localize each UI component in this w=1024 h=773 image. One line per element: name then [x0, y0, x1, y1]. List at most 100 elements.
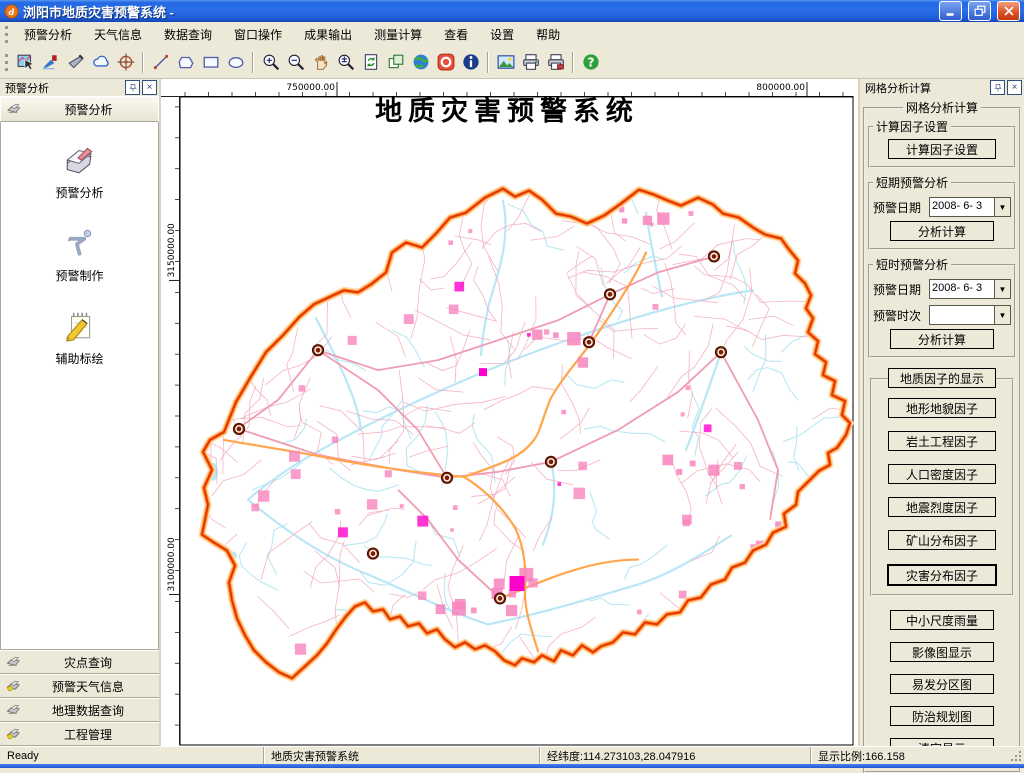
chevron-down-icon[interactable]: ▼: [994, 306, 1010, 324]
map-canvas[interactable]: 750000.00800000.003150000.003100000.00地质…: [161, 79, 858, 746]
status-ready: Ready: [0, 747, 263, 764]
nav-bar-label: 灾点查询: [22, 654, 154, 671]
short-time-analyze-button[interactable]: 分析计算: [890, 329, 994, 349]
tool-item-3[interactable]: 辅助标绘: [55, 308, 103, 367]
forecast-time-combobox[interactable]: ▼: [929, 305, 1011, 325]
nav-bar-1[interactable]: 灾点查询: [0, 650, 159, 674]
menu-item-8[interactable]: 设置: [479, 22, 525, 47]
status-coordinates: 经纬度:114.273103,28.047916: [539, 747, 810, 764]
select-map-icon[interactable]: [14, 51, 37, 74]
factor-display-button[interactable]: 地质因子的显示: [888, 368, 996, 388]
warning-analysis-book-icon: [61, 142, 97, 179]
globe-icon[interactable]: [409, 51, 432, 74]
calc-factor-settings-button[interactable]: 计算因子设置: [888, 139, 996, 159]
zoom-extent-icon[interactable]: [334, 51, 357, 74]
nav-bar-4[interactable]: 工程管理: [0, 722, 159, 746]
image-view-icon[interactable]: [494, 51, 517, 74]
rectangle-tool-icon[interactable]: [199, 51, 222, 74]
imagery-display-button[interactable]: 影像图显示: [890, 642, 994, 662]
tool-item-1[interactable]: 预警分析: [55, 142, 103, 201]
close-icon[interactable]: ×: [142, 80, 157, 95]
menu-item-3[interactable]: 数据查询: [153, 22, 223, 47]
menu-item-9[interactable]: 帮助: [525, 22, 571, 47]
factor-button-terrain[interactable]: 地形地貌因子: [888, 398, 996, 418]
menu-item-6[interactable]: 测量计算: [363, 22, 433, 47]
brush-icon[interactable]: [39, 51, 62, 74]
left-panel: 预警分析 × 预警分析 预警分析预警制作辅助标绘 灾点查询预警天气信息地理数据查…: [0, 79, 161, 746]
town-marker[interactable]: [494, 593, 505, 604]
forecast-date-label: 预警日期: [873, 199, 925, 216]
short-term-analyze-button[interactable]: 分析计算: [890, 221, 994, 241]
cloud-icon[interactable]: [89, 51, 112, 74]
factor-button-geotech[interactable]: 岩土工程因子: [888, 431, 996, 451]
menu-item-4[interactable]: 窗口操作: [223, 22, 293, 47]
town-marker[interactable]: [715, 347, 726, 358]
minimize-button[interactable]: [939, 1, 962, 21]
svg-text:3100000.00: 3100000.00: [167, 537, 177, 591]
short-time-groupbox: 短时预警分析 预警日期 2008- 6- 3 ▼ 预警时次: [868, 256, 1016, 358]
copy-layer-icon[interactable]: [384, 51, 407, 74]
toolbar-separator: [252, 52, 254, 73]
town-marker[interactable]: [312, 345, 323, 356]
right-panel-header: 网格分析计算 ×: [860, 79, 1024, 96]
stop-icon[interactable]: [434, 51, 457, 74]
town-marker[interactable]: [545, 456, 556, 467]
app-icon: d: [4, 4, 19, 19]
chevron-down-icon[interactable]: ▼: [994, 280, 1010, 298]
nav-bar-2[interactable]: 预警天气信息: [0, 674, 159, 698]
restore-button[interactable]: [968, 1, 991, 21]
menu-item-7[interactable]: 查看: [433, 22, 479, 47]
ellipse-tool-icon[interactable]: [224, 51, 247, 74]
close-icon[interactable]: ×: [1007, 80, 1022, 95]
chevron-down-icon[interactable]: ▼: [994, 198, 1010, 216]
nav-bar-list: 灾点查询预警天气信息地理数据查询工程管理: [0, 650, 159, 746]
print-icon[interactable]: [519, 51, 542, 74]
tool-item-2[interactable]: 预警制作: [55, 225, 103, 284]
susceptibility-zoning-button[interactable]: 易发分区图: [890, 674, 994, 694]
close-button[interactable]: [997, 1, 1020, 21]
resize-grip[interactable]: [1006, 747, 1024, 764]
town-marker[interactable]: [583, 337, 594, 348]
crosshair-icon[interactable]: [114, 51, 137, 74]
town-marker[interactable]: [604, 289, 615, 300]
zoom-in-icon[interactable]: [259, 51, 282, 74]
polygon-tool-icon[interactable]: [174, 51, 197, 74]
zoom-out-icon[interactable]: [284, 51, 307, 74]
left-panel-title: 预警分析: [5, 80, 123, 96]
prevention-planning-button[interactable]: 防治规划图: [890, 706, 994, 726]
extra-button-group: 中小尺度雨量影像图显示易发分区图防治规划图清空显示: [867, 606, 1017, 765]
pin-icon[interactable]: [990, 80, 1005, 95]
town-marker[interactable]: [708, 251, 719, 262]
forecast-date-combobox[interactable]: 2008- 6- 3 ▼: [929, 197, 1011, 217]
tool-item-label: 预警分析: [55, 184, 103, 201]
plotter-icon: [5, 654, 22, 671]
pin-icon[interactable]: [125, 80, 140, 95]
menu-item-1[interactable]: 预警分析: [13, 22, 83, 47]
info-icon[interactable]: [459, 51, 482, 74]
town-marker[interactable]: [233, 423, 244, 434]
town-marker[interactable]: [367, 548, 378, 559]
help-icon[interactable]: ?: [579, 51, 602, 74]
forecast-date-combobox[interactable]: 2008- 6- 3 ▼: [929, 279, 1011, 299]
line-tool-icon[interactable]: [149, 51, 172, 74]
rainfall-button[interactable]: 中小尺度雨量: [890, 610, 994, 630]
menu-item-5[interactable]: 成果输出: [293, 22, 363, 47]
menu-item-2[interactable]: 天气信息: [83, 22, 153, 47]
status-app-name: 地质灾害预警系统: [263, 747, 539, 764]
section-header-warning-analysis[interactable]: 预警分析: [0, 96, 159, 122]
nav-bar-3[interactable]: 地理数据查询: [0, 698, 159, 722]
aux-plot-notepad-icon: [61, 308, 97, 345]
factor-button-disaster-distribution[interactable]: 灾害分布因子: [888, 565, 996, 585]
pick-hammer-icon[interactable]: [64, 51, 87, 74]
factor-button-seismic-intensity[interactable]: 地震烈度因子: [888, 497, 996, 517]
pan-hand-icon[interactable]: [309, 51, 332, 74]
town-marker[interactable]: [441, 472, 452, 483]
section-header-label: 预警分析: [23, 101, 154, 118]
tool-item-label: 辅助标绘: [55, 350, 103, 367]
tool-list: 预警分析预警制作辅助标绘: [0, 122, 159, 650]
factor-button-population-density[interactable]: 人口密度因子: [888, 464, 996, 484]
factor-button-mine-distribution[interactable]: 矿山分布因子: [888, 530, 996, 550]
refresh-view-icon[interactable]: [359, 51, 382, 74]
svg-text:?: ?: [587, 56, 594, 70]
print-setup-icon[interactable]: [544, 51, 567, 74]
